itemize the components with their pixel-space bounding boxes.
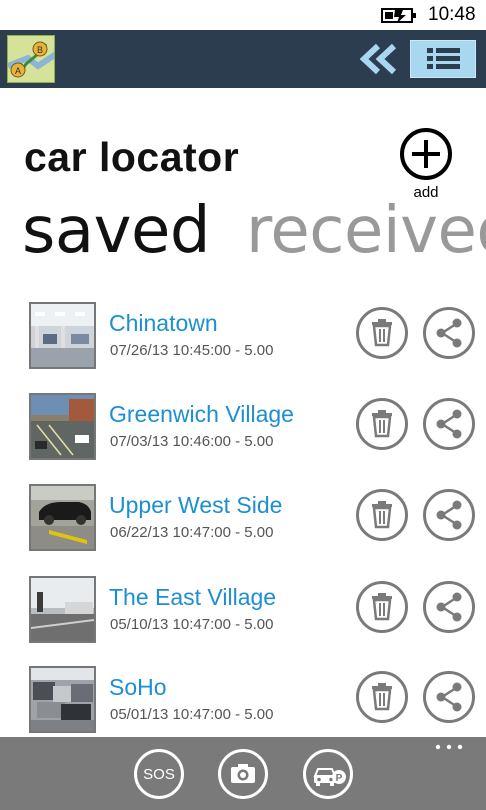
location-name: Upper West Side xyxy=(109,492,283,518)
svg-text:B: B xyxy=(37,45,43,55)
location-name: SoHo xyxy=(109,674,167,700)
list-item[interactable]: SoHo 05/01/13 10:47:00 - 5.00 xyxy=(0,664,486,736)
trash-icon xyxy=(372,410,392,438)
list-item[interactable]: Greenwich Village 07/03/13 10:46:00 - 5.… xyxy=(0,391,486,463)
list-item[interactable]: The East Village 05/10/13 10:47:00 - 5.0… xyxy=(0,574,486,646)
delete-button[interactable] xyxy=(356,671,408,723)
location-photo xyxy=(29,302,96,369)
trash-icon xyxy=(372,319,392,347)
delete-button[interactable] xyxy=(356,489,408,541)
sos-label: SOS xyxy=(143,766,175,783)
double-chevron-left-icon[interactable] xyxy=(360,42,398,76)
map-route-logo-icon: A B xyxy=(7,35,55,83)
location-meta: 05/10/13 10:47:00 - 5.00 xyxy=(110,616,274,633)
share-button[interactable] xyxy=(423,489,475,541)
delete-button[interactable] xyxy=(356,398,408,450)
share-button[interactable] xyxy=(423,671,475,723)
share-button[interactable] xyxy=(423,307,475,359)
svg-text:A: A xyxy=(15,66,21,76)
pivot-item-saved[interactable]: saved xyxy=(22,194,210,268)
location-meta: 07/26/13 10:45:00 - 5.00 xyxy=(110,342,274,359)
pivot-item-received[interactable]: received xyxy=(246,194,486,268)
location-photo xyxy=(29,666,96,733)
location-meta: 05/01/13 10:47:00 - 5.00 xyxy=(110,706,274,723)
list-item[interactable]: Chinatown 07/26/13 10:45:00 - 5.00 xyxy=(0,300,486,372)
plus-circle-icon xyxy=(400,128,452,180)
share-button[interactable] xyxy=(423,581,475,633)
location-name: The East Village xyxy=(109,584,277,610)
app-bar: SOS P xyxy=(0,737,486,810)
share-icon xyxy=(436,409,462,439)
location-photo xyxy=(29,484,96,551)
sos-button[interactable]: SOS xyxy=(134,749,184,799)
list-icon xyxy=(427,48,460,69)
share-icon xyxy=(436,682,462,712)
location-meta: 07/03/13 10:46:00 - 5.00 xyxy=(110,433,274,450)
page-title: car locator xyxy=(24,134,240,180)
share-icon xyxy=(436,318,462,348)
trash-icon xyxy=(372,683,392,711)
location-photo xyxy=(29,576,96,643)
trash-icon xyxy=(372,593,392,621)
share-icon xyxy=(436,592,462,622)
share-icon xyxy=(436,500,462,530)
pivot: saved received xyxy=(0,194,486,274)
share-button[interactable] xyxy=(423,398,475,450)
location-photo xyxy=(29,393,96,460)
delete-button[interactable] xyxy=(356,581,408,633)
camera-icon xyxy=(231,764,255,783)
car-parking-icon: P xyxy=(313,768,346,786)
menu-button[interactable] xyxy=(410,40,476,78)
status-time: 10:48 xyxy=(428,4,476,25)
location-meta: 06/22/13 10:47:00 - 5.00 xyxy=(110,524,274,541)
status-bar: 10:48 xyxy=(0,0,486,30)
more-dots-icon[interactable] xyxy=(434,743,464,751)
app-header: A B xyxy=(0,30,486,88)
car-parking-button[interactable]: P xyxy=(303,749,353,799)
location-name: Chinatown xyxy=(109,310,218,336)
location-name: Greenwich Village xyxy=(109,401,294,427)
trash-icon xyxy=(372,501,392,529)
battery-charging-icon xyxy=(381,8,416,23)
delete-button[interactable] xyxy=(356,307,408,359)
svg-text:P: P xyxy=(336,773,343,784)
camera-button[interactable] xyxy=(218,749,268,799)
list-item[interactable]: Upper West Side 06/22/13 10:47:00 - 5.00 xyxy=(0,482,486,554)
